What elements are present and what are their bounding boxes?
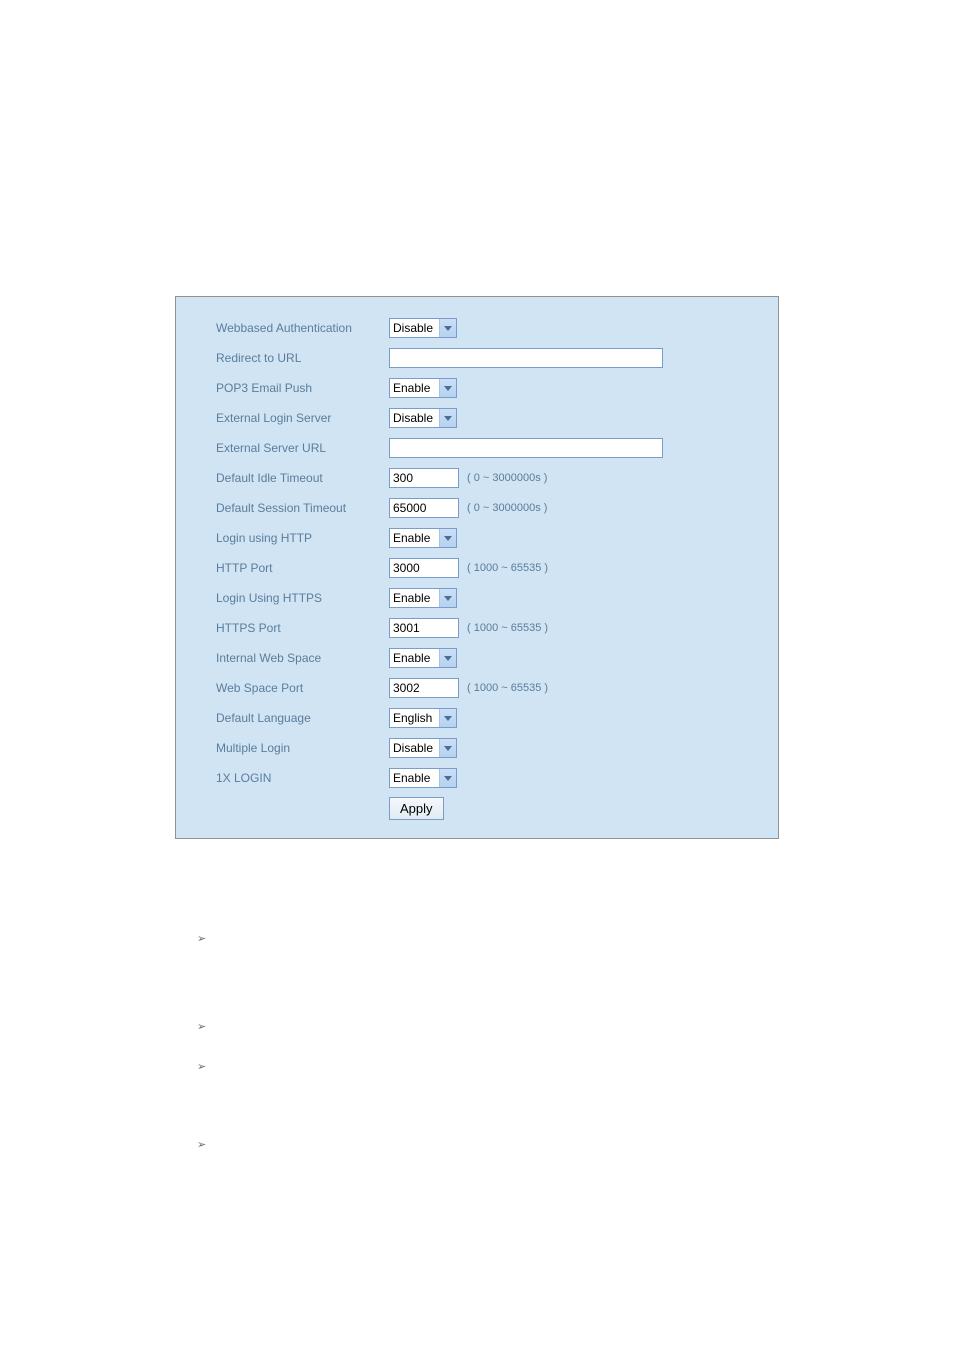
label-multiple-login: Multiple Login xyxy=(216,741,389,755)
chevron-down-icon xyxy=(439,649,456,667)
select-1x-login[interactable]: Enable xyxy=(389,768,457,788)
chevron-down-icon xyxy=(439,739,456,757)
label-1x-login: 1X LOGIN xyxy=(216,771,389,785)
select-internal-web-space-value: Enable xyxy=(390,649,430,667)
input-https-port[interactable] xyxy=(389,618,459,638)
input-session-timeout[interactable] xyxy=(389,498,459,518)
label-pop3-push: POP3 Email Push xyxy=(216,381,389,395)
chevron-down-icon xyxy=(439,409,456,427)
row-login-http: Login using HTTP Enable xyxy=(216,523,778,553)
hint-idle-timeout: ( 0 ~ 3000000s ) xyxy=(467,472,547,484)
label-default-language: Default Language xyxy=(216,711,389,725)
label-redirect-url: Redirect to URL xyxy=(216,351,389,365)
label-session-timeout: Default Session Timeout xyxy=(216,501,389,515)
bullet-icon: ➢ xyxy=(197,932,206,945)
row-web-space-port: Web Space Port ( 1000 ~ 65535 ) xyxy=(216,673,778,703)
select-webbased-auth-value: Disable xyxy=(390,319,433,337)
row-redirect-url: Redirect to URL xyxy=(216,343,778,373)
input-ext-server-url[interactable] xyxy=(389,438,663,458)
label-web-space-port: Web Space Port xyxy=(216,681,389,695)
bullet-icon: ➢ xyxy=(197,1138,206,1151)
select-login-http-value: Enable xyxy=(390,529,430,547)
label-login-https: Login Using HTTPS xyxy=(216,591,389,605)
label-ext-login-server: External Login Server xyxy=(216,411,389,425)
select-pop3-push-value: Enable xyxy=(390,379,430,397)
row-internal-web-space: Internal Web Space Enable xyxy=(216,643,778,673)
apply-row: Apply xyxy=(216,797,778,820)
row-ext-login-server: External Login Server Disable xyxy=(216,403,778,433)
select-login-http[interactable]: Enable xyxy=(389,528,457,548)
select-ext-login-server[interactable]: Disable xyxy=(389,408,457,428)
chevron-down-icon xyxy=(439,589,456,607)
select-ext-login-server-value: Disable xyxy=(390,409,433,427)
hint-http-port: ( 1000 ~ 65535 ) xyxy=(467,562,548,574)
row-idle-timeout: Default Idle Timeout ( 0 ~ 3000000s ) xyxy=(216,463,778,493)
row-default-language: Default Language English xyxy=(216,703,778,733)
settings-panel: Webbased Authentication Disable Redirect… xyxy=(175,296,779,839)
row-ext-server-url: External Server URL xyxy=(216,433,778,463)
input-redirect-url[interactable] xyxy=(389,348,663,368)
label-http-port: HTTP Port xyxy=(216,561,389,575)
select-login-https-value: Enable xyxy=(390,589,430,607)
label-ext-server-url: External Server URL xyxy=(216,441,389,455)
row-http-port: HTTP Port ( 1000 ~ 65535 ) xyxy=(216,553,778,583)
select-internal-web-space[interactable]: Enable xyxy=(389,648,457,668)
chevron-down-icon xyxy=(439,319,456,337)
row-login-https: Login Using HTTPS Enable xyxy=(216,583,778,613)
label-webbased-auth: Webbased Authentication xyxy=(216,321,389,335)
row-https-port: HTTPS Port ( 1000 ~ 65535 ) xyxy=(216,613,778,643)
select-default-language[interactable]: English xyxy=(389,708,457,728)
select-1x-login-value: Enable xyxy=(390,769,430,787)
label-https-port: HTTPS Port xyxy=(216,621,389,635)
row-webbased-auth: Webbased Authentication Disable xyxy=(216,313,778,343)
select-multiple-login[interactable]: Disable xyxy=(389,738,457,758)
select-webbased-auth[interactable]: Disable xyxy=(389,318,457,338)
apply-button[interactable]: Apply xyxy=(389,797,444,820)
label-internal-web-space: Internal Web Space xyxy=(216,651,389,665)
row-multiple-login: Multiple Login Disable xyxy=(216,733,778,763)
chevron-down-icon xyxy=(439,709,456,727)
select-pop3-push[interactable]: Enable xyxy=(389,378,457,398)
label-login-http: Login using HTTP xyxy=(216,531,389,545)
chevron-down-icon xyxy=(439,379,456,397)
chevron-down-icon xyxy=(439,769,456,787)
label-idle-timeout: Default Idle Timeout xyxy=(216,471,389,485)
hint-https-port: ( 1000 ~ 65535 ) xyxy=(467,622,548,634)
input-web-space-port[interactable] xyxy=(389,678,459,698)
select-multiple-login-value: Disable xyxy=(390,739,433,757)
row-pop3-push: POP3 Email Push Enable xyxy=(216,373,778,403)
hint-session-timeout: ( 0 ~ 3000000s ) xyxy=(467,502,547,514)
input-http-port[interactable] xyxy=(389,558,459,578)
row-session-timeout: Default Session Timeout ( 0 ~ 3000000s ) xyxy=(216,493,778,523)
hint-web-space-port: ( 1000 ~ 65535 ) xyxy=(467,682,548,694)
select-default-language-value: English xyxy=(390,709,432,727)
select-login-https[interactable]: Enable xyxy=(389,588,457,608)
chevron-down-icon xyxy=(439,529,456,547)
input-idle-timeout[interactable] xyxy=(389,468,459,488)
bullet-icon: ➢ xyxy=(197,1020,206,1033)
row-1x-login: 1X LOGIN Enable xyxy=(216,763,778,793)
bullet-icon: ➢ xyxy=(197,1060,206,1073)
